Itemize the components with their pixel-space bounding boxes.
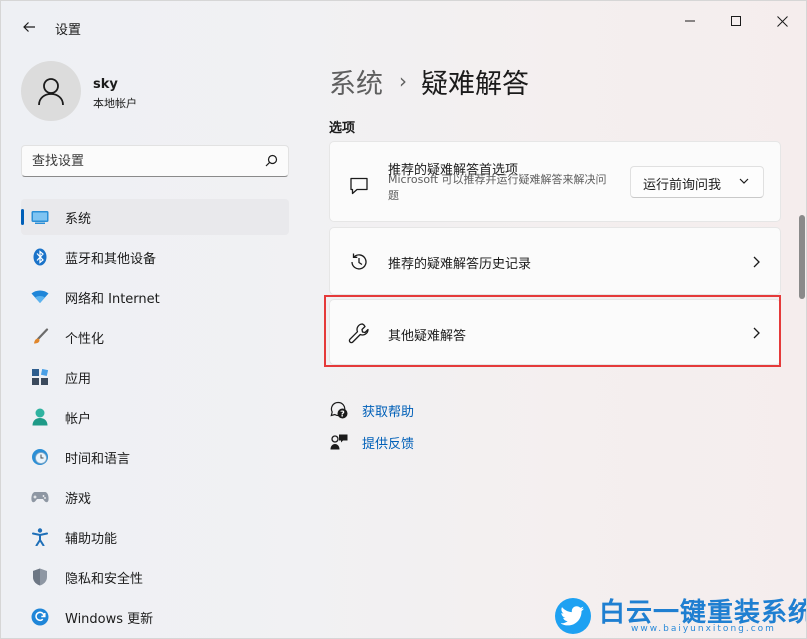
card-title: 推荐的疑难解答历史记录 — [388, 257, 532, 272]
close-icon — [776, 15, 788, 27]
sidebar-item-label: 个性化 — [65, 331, 105, 347]
chevron-right-icon — [750, 256, 762, 268]
bluetooth-icon — [31, 248, 49, 266]
account-type: 本地帐户 — [93, 97, 137, 110]
sidebar-item-label: 网络和 Internet — [65, 291, 160, 307]
link-label[interactable]: 提供反馈 — [362, 433, 414, 452]
sidebar-item-label: Windows 更新 — [65, 611, 154, 627]
breadcrumb-parent[interactable]: 系统 — [329, 62, 383, 101]
sidebar-item-label: 帐户 — [65, 411, 92, 427]
breadcrumb: 系统 › 疑难解答 — [329, 61, 529, 101]
avatar[interactable] — [21, 61, 81, 121]
troubleshoot-preference-dropdown[interactable]: 运行前询问我 — [630, 166, 764, 198]
minimize-button[interactable] — [667, 7, 713, 35]
search-icon[interactable] — [265, 154, 278, 167]
sidebar-item-apps[interactable]: 应用 — [21, 359, 289, 395]
chevron-right-icon — [750, 327, 762, 339]
wrench-icon — [348, 322, 370, 344]
give-feedback-link[interactable]: 提供反馈 — [329, 431, 414, 453]
back-button[interactable] — [13, 13, 45, 41]
app-title: 设置 — [55, 23, 82, 38]
card-title: 其他疑难解答 — [388, 329, 467, 344]
sidebar-item-system[interactable]: 系统 — [21, 199, 289, 235]
search-box[interactable] — [21, 145, 289, 177]
link-label[interactable]: 获取帮助 — [362, 401, 414, 420]
sidebar-item-label: 系统 — [65, 211, 92, 227]
card-other-troubleshooters[interactable]: 其他疑难解答 — [329, 299, 781, 365]
title-bar: 设置 — [1, 1, 806, 41]
chat-bubble-icon — [348, 175, 370, 197]
feedback-icon — [329, 432, 349, 452]
sidebar-item-label: 游戏 — [65, 491, 92, 507]
sidebar-item-label: 时间和语言 — [65, 451, 131, 467]
sidebar-item-label: 蓝牙和其他设备 — [65, 251, 157, 267]
accessibility-icon — [31, 528, 49, 546]
gamepad-icon — [31, 488, 49, 506]
apps-icon — [31, 368, 49, 386]
card-recommended-history[interactable]: 推荐的疑难解答历史记录 — [329, 227, 781, 295]
sidebar-item-personalization[interactable]: 个性化 — [21, 319, 289, 355]
svg-text:?: ? — [340, 410, 345, 419]
clock-globe-icon — [31, 448, 49, 466]
settings-window: 设置 sky 本地帐户 系统 蓝牙和其他设备 — [0, 0, 807, 639]
breadcrumb-separator: › — [399, 69, 407, 93]
update-icon — [31, 608, 49, 626]
sidebar-item-windows-update[interactable]: Windows 更新 — [21, 599, 289, 635]
maximize-icon — [731, 16, 741, 26]
system-icon — [31, 208, 49, 226]
wifi-icon — [31, 288, 49, 306]
sidebar-item-label: 隐私和安全性 — [65, 571, 144, 587]
get-help-link[interactable]: ? 获取帮助 — [329, 399, 414, 421]
card-recommended-preferences: 推荐的疑难解答首选项 Microsoft 可以推荐并运行疑难解答来解决问题 运行… — [329, 141, 781, 222]
close-button[interactable] — [759, 7, 805, 35]
sidebar-item-gaming[interactable]: 游戏 — [21, 479, 289, 515]
section-label-options: 选项 — [329, 121, 356, 136]
sidebar-item-label: 辅助功能 — [65, 531, 118, 547]
watermark-url: www.baiyunxitong.com — [631, 624, 776, 634]
bird-logo-icon — [555, 598, 591, 634]
minimize-icon — [685, 20, 695, 22]
sidebar-item-label: 应用 — [65, 371, 92, 387]
sidebar-item-time-language[interactable]: 时间和语言 — [21, 439, 289, 475]
sidebar-item-bluetooth[interactable]: 蓝牙和其他设备 — [21, 239, 289, 275]
scrollbar[interactable] — [799, 215, 805, 299]
watermark: 白云一键重装系统 www.baiyunxitong.com — [551, 592, 806, 638]
back-arrow-icon — [23, 22, 35, 32]
brush-icon — [31, 328, 49, 346]
page-title: 疑难解答 — [421, 68, 529, 100]
dropdown-value: 运行前询问我 — [643, 178, 722, 193]
sidebar-item-accounts[interactable]: 帐户 — [21, 399, 289, 435]
sidebar-item-accessibility[interactable]: 辅助功能 — [21, 519, 289, 555]
account-icon — [31, 408, 49, 426]
help-icon: ? — [329, 400, 349, 420]
card-description: Microsoft 可以推荐并运行疑难解答来解决问题 — [388, 173, 607, 202]
search-input[interactable] — [32, 151, 252, 171]
user-name: sky — [93, 77, 118, 92]
sidebar-item-network[interactable]: 网络和 Internet — [21, 279, 289, 315]
active-indicator — [21, 209, 24, 225]
sidebar-item-privacy[interactable]: 隐私和安全性 — [21, 559, 289, 595]
maximize-button[interactable] — [713, 7, 759, 35]
history-icon — [348, 251, 370, 273]
shield-icon — [31, 568, 49, 586]
chevron-down-icon — [739, 178, 749, 184]
user-icon — [38, 78, 64, 106]
